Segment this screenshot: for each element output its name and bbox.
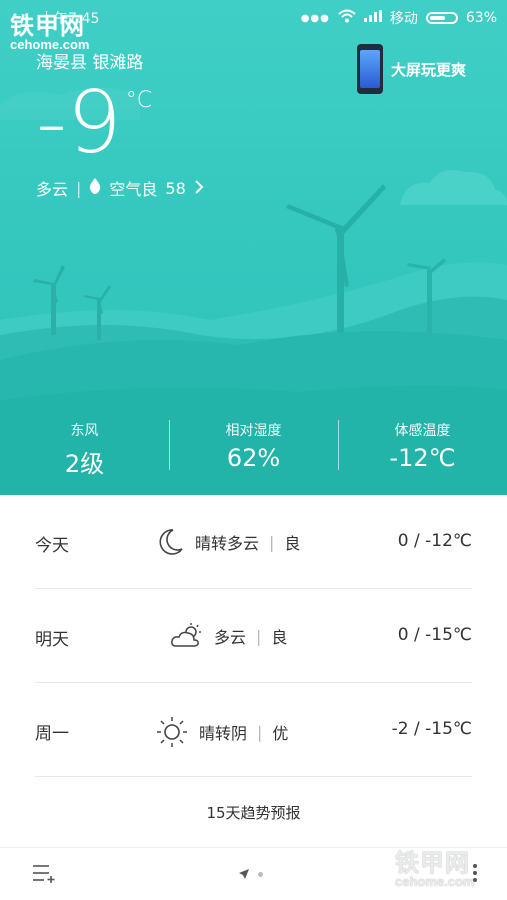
separator: | (257, 722, 263, 742)
metric-label: 体感温度 (394, 423, 451, 439)
trend-forecast-link[interactable]: 15天趋势预报 (0, 777, 507, 848)
cell-signal-icon (363, 10, 382, 26)
battery-percent: 63% (465, 10, 497, 26)
temp-range: 0 / -15℃ (397, 625, 472, 645)
metric-value: 62% (226, 444, 281, 472)
signal-dots-icon: ●●● (300, 12, 330, 24)
carrier-label: 移动 (389, 11, 418, 27)
metric-feels-like: 体感温度 -12℃ (338, 420, 507, 480)
more-menu-icon[interactable] (473, 863, 477, 883)
moon-icon (155, 527, 185, 557)
forecast-day: 今天 (35, 536, 69, 556)
partly-cloudy-icon (170, 621, 204, 651)
forecast-list: 今天 晴转多云 | 良 0 / -12℃ 明天 多云 | 良 0 / -15℃ … (0, 495, 507, 777)
metric-value: 2级 (64, 450, 105, 478)
watermark-brand: 铁甲网 (395, 850, 470, 877)
current-temperature: -9 °C (36, 80, 152, 166)
air-quality: 良 (271, 628, 288, 647)
temp-value: -9 (36, 73, 122, 173)
temp-range: 0 / -12℃ (397, 531, 472, 551)
forecast-row-tomorrow[interactable]: 明天 多云 | 良 0 / -15℃ (35, 589, 472, 683)
weather-text: 晴转阴 (199, 724, 248, 743)
temp-range: -2 / -15℃ (391, 719, 472, 739)
condition-row[interactable]: 多云 | 空气良 58 (36, 176, 204, 200)
watermark-top: 铁甲网 cehome.com (10, 6, 89, 52)
chevron-right-icon (194, 179, 204, 198)
city-list-add-icon[interactable] (32, 863, 56, 887)
metric-label: 东风 (70, 423, 99, 439)
separator: | (269, 532, 275, 552)
forecast-row-monday[interactable]: 周一 晴转阴 | 优 -2 / -15℃ (35, 683, 472, 777)
forecast-weather: 晴转阴 | 优 (155, 715, 288, 749)
condition-text: 多云 (36, 180, 69, 199)
promo-banner[interactable]: 大屏玩更爽 (357, 44, 466, 94)
metric-value: -12℃ (389, 444, 456, 472)
forecast-row-today[interactable]: 今天 晴转多云 | 良 0 / -12℃ (35, 495, 472, 589)
forecast-day: 明天 (35, 630, 69, 650)
hero-panel: 上午7:45 ●●● 移动 63% 铁甲网 cehome.com 海晏县 银滩路… (0, 0, 507, 495)
metric-wind: 东风 2级 (0, 420, 169, 480)
separator: | (256, 626, 262, 646)
watermark-brand: 铁甲网 (10, 13, 85, 40)
metrics-bar: 东风 2级 相对湿度 62% 体感温度 -12℃ (0, 420, 507, 480)
sun-icon (155, 715, 189, 749)
leaf-icon (89, 178, 101, 198)
air-quality: 优 (272, 724, 289, 743)
weather-app: 上午7:45 ●●● 移动 63% 铁甲网 cehome.com 海晏县 银滩路… (0, 0, 507, 900)
location-label[interactable]: 海晏县 银滩路 (36, 48, 143, 73)
location-arrow-icon (238, 865, 250, 884)
separator: | (76, 178, 82, 198)
metric-label: 相对湿度 (225, 423, 282, 439)
weather-text: 晴转多云 (195, 534, 260, 553)
temp-unit: °C (125, 88, 153, 113)
metric-humidity: 相对湿度 62% (169, 420, 338, 480)
wifi-icon (338, 9, 356, 27)
page-indicator (238, 865, 263, 884)
watermark-site: cehome.com (395, 874, 475, 889)
status-right: ●●● 移动 63% (301, 8, 497, 28)
watermark-bottom: 铁甲网 cehome.com (395, 843, 474, 889)
bottom-toolbar: 铁甲网 cehome.com (0, 847, 507, 900)
promo-text: 大屏玩更爽 (391, 60, 467, 79)
page-dot (258, 872, 263, 877)
aqi-label: 空气良 (109, 180, 158, 199)
phone-icon (357, 44, 383, 94)
air-quality: 良 (284, 534, 301, 553)
forecast-day: 周一 (35, 724, 69, 744)
forecast-weather: 多云 | 良 (170, 621, 287, 651)
aqi-value: 58 (165, 178, 186, 198)
weather-text: 多云 (214, 628, 247, 647)
battery-icon (425, 12, 458, 24)
forecast-weather: 晴转多云 | 良 (155, 527, 300, 557)
